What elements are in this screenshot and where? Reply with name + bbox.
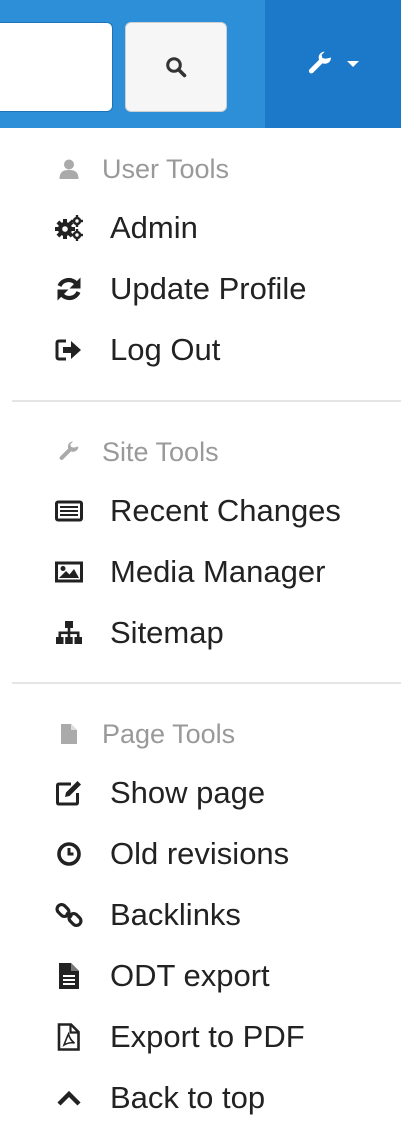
- menu-divider: [12, 682, 401, 684]
- menu-item-log-out[interactable]: Log Out: [55, 328, 385, 372]
- menu-item-back-to-top[interactable]: Back to top: [55, 1076, 385, 1120]
- navbar: [0, 0, 401, 128]
- menu-item-export-to-pdf[interactable]: Export to PDF: [55, 1015, 385, 1059]
- clock-icon: [55, 840, 83, 868]
- menu-item-recent-changes[interactable]: Recent Changes: [55, 489, 385, 533]
- search-input[interactable]: [0, 22, 113, 112]
- menu-item-label: Update Profile: [110, 271, 307, 306]
- menu-item-backlinks[interactable]: Backlinks: [55, 893, 385, 937]
- menu-item-label: Show page: [110, 775, 266, 810]
- menu-item-label: Log Out: [110, 332, 221, 367]
- refresh-icon: [55, 275, 83, 303]
- section-header-label: Site Tools: [102, 436, 219, 467]
- menu-item-label: Old revisions: [110, 836, 290, 871]
- wrench-icon: [58, 441, 80, 463]
- file-icon: [58, 723, 80, 745]
- menu-divider: [12, 400, 401, 402]
- menu-item-label: Export to PDF: [110, 1019, 305, 1054]
- search-icon: [165, 56, 187, 78]
- tools-dropdown-toggle[interactable]: [265, 0, 401, 128]
- menu-item-label: Recent Changes: [110, 493, 341, 528]
- menu-item-label: Admin: [110, 210, 198, 245]
- menu-item-media-manager[interactable]: Media Manager: [55, 550, 385, 594]
- menu-item-update-profile[interactable]: Update Profile: [55, 267, 385, 311]
- menu-item-label: ODT export: [110, 958, 270, 993]
- pdf-icon: [55, 1023, 83, 1051]
- cogs-icon: [55, 214, 83, 242]
- user-icon: [58, 158, 80, 180]
- menu-item-label: Back to top: [110, 1080, 266, 1115]
- section-header-label: User Tools: [102, 153, 230, 184]
- wrench-icon: [307, 51, 333, 77]
- menu-item-show-page[interactable]: Show page: [55, 771, 385, 815]
- menu-item-odt-export[interactable]: ODT export: [55, 954, 385, 998]
- search-button[interactable]: [125, 22, 227, 112]
- menu-item-label: Media Manager: [110, 554, 326, 589]
- file-text-icon: [55, 962, 83, 990]
- menu-item-label: Sitemap: [110, 615, 224, 650]
- link-icon: [55, 901, 83, 929]
- sign-out-icon: [55, 336, 83, 364]
- menu-item-sitemap[interactable]: Sitemap: [55, 611, 385, 655]
- caret-down-icon: [347, 61, 359, 67]
- section-header-label: Page Tools: [102, 718, 236, 749]
- chevron-up-icon: [55, 1084, 83, 1112]
- menu-item-label: Backlinks: [110, 897, 241, 932]
- menu-item-admin[interactable]: Admin: [55, 206, 385, 250]
- image-icon: [55, 558, 83, 586]
- page: User Tools Admin Update Profile Log Out …: [0, 0, 401, 1135]
- menu-item-old-revisions[interactable]: Old revisions: [55, 832, 385, 876]
- list-icon: [55, 497, 83, 525]
- sitemap-icon: [55, 619, 83, 647]
- edit-icon: [55, 779, 83, 807]
